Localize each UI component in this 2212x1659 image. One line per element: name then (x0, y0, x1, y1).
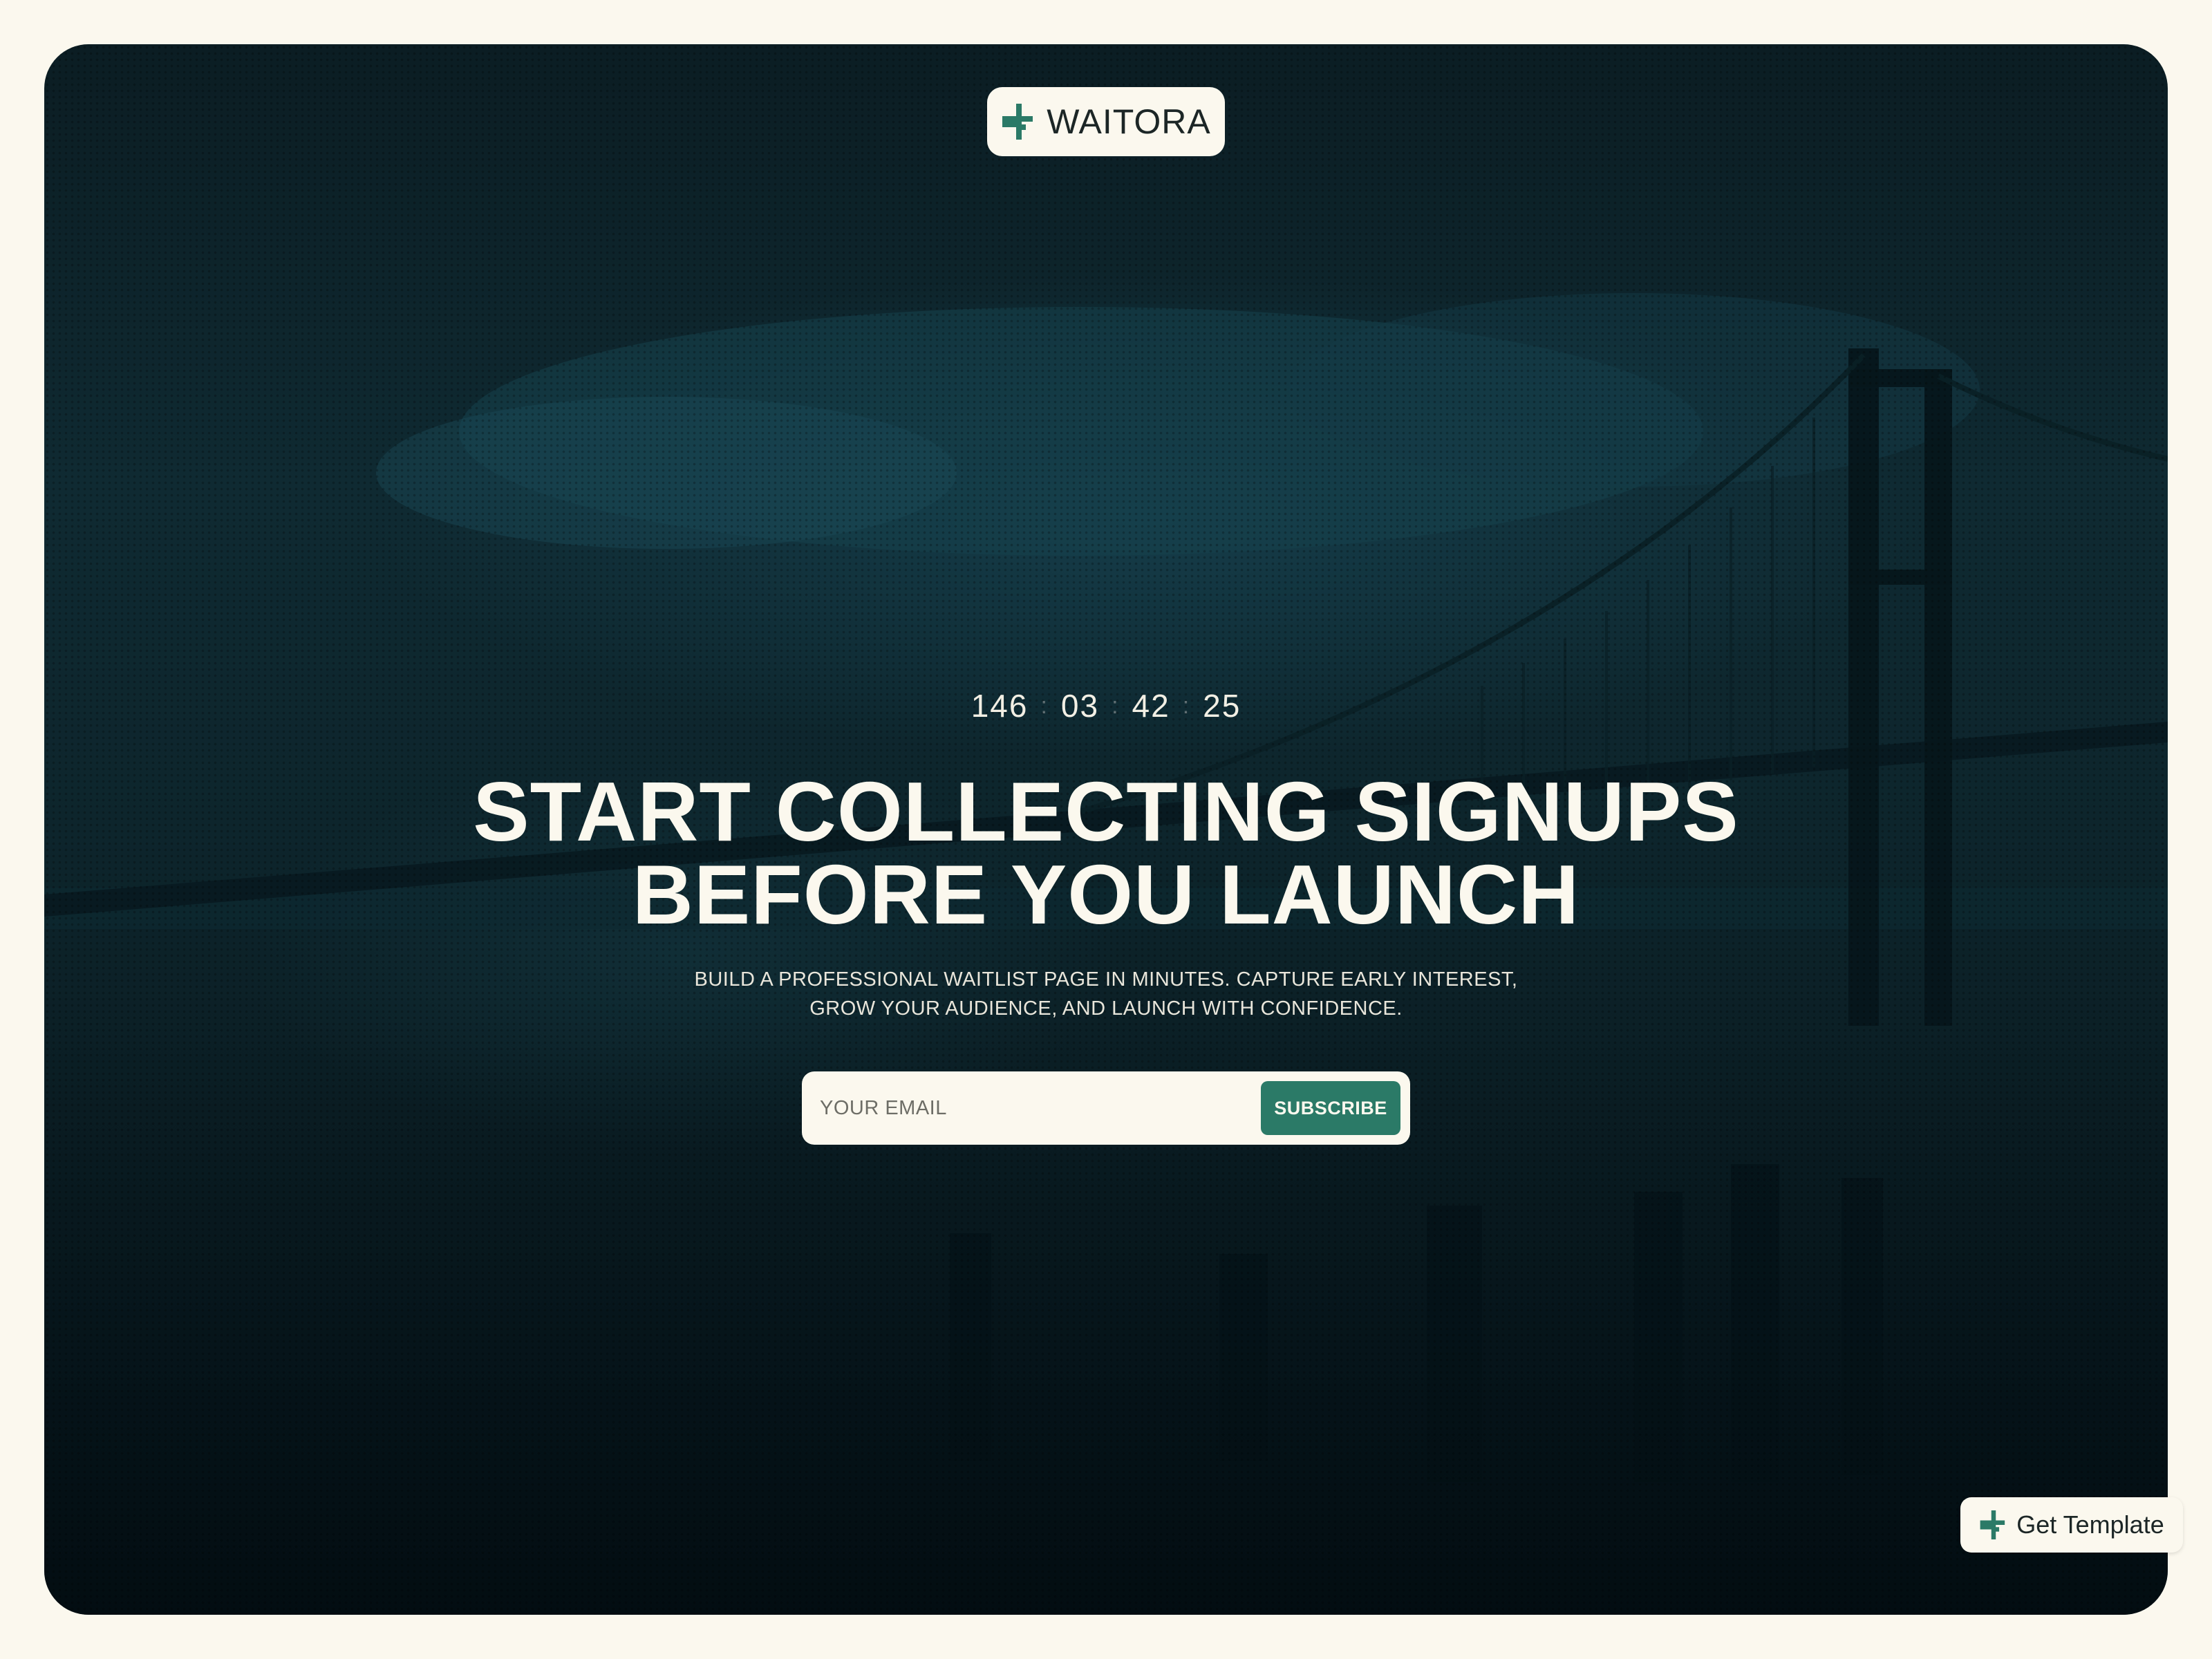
get-template-button[interactable]: Get Template (1960, 1497, 2183, 1553)
brand-name: WAITORA (1047, 102, 1211, 141)
subscribe-button[interactable]: SUBSCRIBE (1261, 1081, 1400, 1135)
email-input[interactable] (818, 1096, 1261, 1121)
cross-plus-logo-icon (1980, 1510, 2005, 1539)
countdown-separator: : (1040, 692, 1049, 719)
subtext-line-2: GROW YOUR AUDIENCE, AND LAUNCH WITH CONF… (809, 997, 1403, 1020)
hero-subtext: BUILD A PROFESSIONAL WAITLIST PAGE IN MI… (44, 965, 2168, 1023)
countdown-minutes: 42 (1132, 688, 1170, 724)
hero-section: WAITORA 146 : 03 : 42 : 25 START COLLECT… (44, 44, 2168, 1615)
hero-headline: START COLLECTING SIGNUPS BEFORE YOU LAUN… (44, 765, 2168, 941)
cross-plus-logo-icon (1002, 104, 1033, 140)
email-signup-form: SUBSCRIBE (802, 1071, 1410, 1145)
countdown-separator: : (1112, 692, 1120, 719)
countdown-timer: 146 : 03 : 42 : 25 (44, 687, 2168, 724)
countdown-seconds: 25 (1203, 688, 1241, 724)
countdown-separator: : (1182, 692, 1191, 719)
brand-logo-badge[interactable]: WAITORA (987, 87, 1225, 156)
countdown-hours: 03 (1060, 688, 1100, 724)
headline-line-2: BEFORE YOU LAUNCH (632, 847, 1580, 941)
subtext-line-1: BUILD A PROFESSIONAL WAITLIST PAGE IN MI… (694, 968, 1518, 991)
headline-line-1: START COLLECTING SIGNUPS (473, 765, 1739, 859)
get-template-label: Get Template (2016, 1510, 2164, 1539)
countdown-days: 146 (971, 688, 1029, 724)
